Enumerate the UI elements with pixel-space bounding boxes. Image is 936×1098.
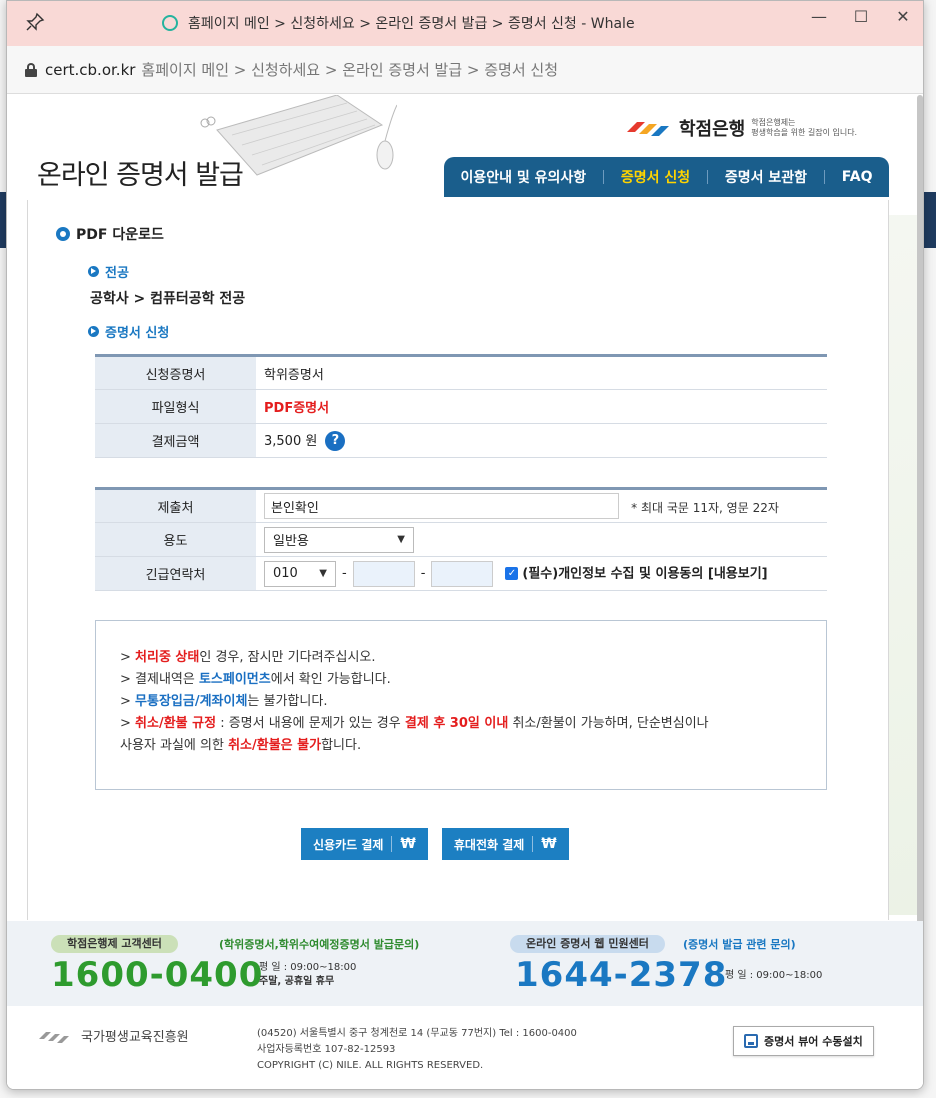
save-icon bbox=[744, 1034, 758, 1048]
table-row: 긴급연락처 010 ▼ - - ✓ (필수)개인정보 수집 및 이용동의 [내용보기] bbox=[95, 556, 827, 591]
major-value: 공학사 > 컴퓨터공학 전공 bbox=[90, 291, 246, 307]
submit-to-input[interactable] bbox=[264, 493, 619, 519]
footer-info: 국가평생교육진흥원 (04520) 서울특별시 중구 청계천로 14 (무교동 … bbox=[7, 1006, 923, 1089]
row-label: 결제금액 bbox=[95, 423, 256, 458]
won-icon: ₩ bbox=[391, 836, 416, 852]
phone-label: 긴급연락처 bbox=[95, 556, 256, 591]
arrow-bullet-icon bbox=[88, 266, 99, 277]
use-select-value: 일반용 bbox=[273, 534, 309, 549]
logo-mark-icon bbox=[627, 122, 669, 136]
phone-middle-input[interactable] bbox=[352, 560, 415, 587]
nile-logo-icon bbox=[39, 1031, 69, 1043]
customer-center-number: 1600-0400 bbox=[51, 955, 264, 995]
pin-icon[interactable] bbox=[25, 12, 45, 32]
whale-circle-icon bbox=[162, 15, 178, 31]
chevron-down-icon: ▼ bbox=[319, 568, 327, 579]
certificate-info-table: 신청증명서 학위증명서 파일형식 PDF증명서 결제금액 3,500 원 ? bbox=[95, 354, 827, 458]
close-button[interactable]: ✕ bbox=[893, 7, 913, 26]
table-row: 결제금액 3,500 원 ? bbox=[95, 423, 827, 458]
address-domain: cert.cb.or.kr bbox=[45, 60, 136, 79]
price-value: 3,500 원 bbox=[264, 433, 318, 449]
nav-faq[interactable]: FAQ bbox=[842, 169, 873, 185]
web-center-label: 온라인 증명서 웹 민원센터 bbox=[510, 935, 665, 953]
notice-box: > 처리중 상태인 경우, 잠시만 기다려주십시오. > 결제내역은 토스페이먼… bbox=[95, 620, 827, 790]
dash: - bbox=[420, 566, 426, 581]
address-path: 홈페이지 메인 > 신청하세요 > 온라인 증명서 발급 > 증명서 신청 bbox=[141, 61, 559, 79]
page-content: 온라인 증명서 발급 학점은행 학점은행제는 평생학습을 위한 길잡이 입니다.… bbox=[7, 95, 923, 1089]
address-line: (04520) 서울특별시 중구 청계천로 14 (무교동 77번지) Tel … bbox=[257, 1028, 577, 1039]
table-row: 용도 일반용 ▼ bbox=[95, 522, 827, 557]
pdf-download-title: PDF 다운로드 bbox=[76, 227, 164, 243]
customer-center-note: (학위증명서,학위수여예정증명서 발급문의) bbox=[219, 938, 420, 951]
row-value: 학위증명서 bbox=[256, 355, 827, 390]
application-form-table: 제출처 * 최대 국문 11자, 영문 22자 용도 일반용 ▼ bbox=[95, 487, 827, 591]
help-icon[interactable]: ? bbox=[325, 431, 346, 452]
payment-buttons: 신용카드 결제 ₩ 휴대전화 결제 ₩ bbox=[301, 828, 569, 860]
use-select[interactable]: 일반용 ▼ bbox=[264, 526, 414, 553]
customer-center-hours: 평 일 : 09:00~18:00 bbox=[259, 962, 357, 973]
nav-apply[interactable]: 증명서 신청 bbox=[621, 167, 690, 187]
copyright: COPYRIGHT (C) NILE. ALL RIGHTS RESERVED. bbox=[257, 1060, 484, 1071]
logo-text: 학점은행 bbox=[679, 119, 746, 140]
submit-label: 제출처 bbox=[95, 488, 256, 523]
contact-section: 학점은행제 고객센터 (학위증명서,학위수여예정증명서 발급문의) 1600-0… bbox=[7, 921, 923, 1006]
minimize-button[interactable]: — bbox=[809, 7, 829, 26]
phone-prefix-select[interactable]: 010 ▼ bbox=[264, 560, 336, 587]
won-icon: ₩ bbox=[532, 836, 557, 852]
phone-last-input[interactable] bbox=[431, 560, 494, 587]
submit-hint: * 최대 국문 11자, 영문 22자 bbox=[631, 500, 779, 515]
phone-payment-button[interactable]: 휴대전화 결제 ₩ bbox=[441, 828, 569, 860]
nile-logo[interactable]: 국가평생교육진흥원 bbox=[39, 1026, 189, 1045]
bullet-icon bbox=[56, 227, 70, 241]
window-title: 홈페이지 메인 > 신청하세요 > 온라인 증명서 발급 > 증명서 신청 - … bbox=[188, 16, 635, 32]
logo-subtext-2: 평생학습을 위한 길잡이 입니다. bbox=[751, 128, 858, 137]
web-center-note: (증명서 발급 관련 문의) bbox=[683, 938, 796, 951]
table-row: 파일형식 PDF증명서 bbox=[95, 389, 827, 424]
nav-storage[interactable]: 증명서 보관함 bbox=[725, 167, 807, 187]
scrollbar[interactable] bbox=[917, 95, 923, 925]
web-center-number: 1644-2378 bbox=[515, 955, 728, 995]
credit-bank-logo[interactable]: 학점은행 학점은행제는 평생학습을 위한 길잡이 입니다. bbox=[627, 115, 881, 141]
table-row: 신청증명서 학위증명서 bbox=[95, 355, 827, 390]
logo-subtext-1: 학점은행제는 bbox=[751, 118, 796, 127]
popup-window: 홈페이지 메인 > 신청하세요 > 온라인 증명서 발급 > 증명서 신청 - … bbox=[6, 0, 924, 1090]
agree-checkbox[interactable]: ✓ bbox=[505, 567, 519, 580]
agree-text[interactable]: (필수)개인정보 수집 및 이용동의 [내용보기] bbox=[522, 566, 767, 581]
arrow-bullet-icon bbox=[88, 326, 99, 337]
customer-center-closed: 주말, 공휴일 휴무 bbox=[259, 976, 335, 987]
use-label: 용도 bbox=[95, 522, 256, 557]
row-label: 파일형식 bbox=[95, 389, 256, 424]
main-nav: 이용안내 및 유의사항 증명서 신청 증명서 보관함 FAQ bbox=[444, 157, 889, 197]
row-label: 신청증명서 bbox=[95, 355, 256, 390]
nav-guide[interactable]: 이용안내 및 유의사항 bbox=[460, 167, 586, 187]
page-title: 온라인 증명서 발급 bbox=[37, 160, 244, 191]
web-center-hours: 평 일 : 09:00~18:00 bbox=[725, 970, 823, 981]
business-number: 사업자등록번호 107-82-12593 bbox=[257, 1044, 396, 1055]
row-value: PDF증명서 bbox=[256, 389, 827, 424]
page-header: 온라인 증명서 발급 학점은행 학점은행제는 평생학습을 위한 길잡이 입니다.… bbox=[7, 95, 897, 200]
title-bar: 홈페이지 메인 > 신청하세요 > 온라인 증명서 발급 > 증명서 신청 - … bbox=[7, 1, 923, 46]
maximize-button[interactable]: ☐ bbox=[851, 7, 871, 26]
card-payment-button[interactable]: 신용카드 결제 ₩ bbox=[301, 828, 428, 860]
chevron-down-icon: ▼ bbox=[397, 534, 405, 545]
footer: 학점은행제 고객센터 (학위증명서,학위수여예정증명서 발급문의) 1600-0… bbox=[7, 921, 923, 1089]
main-panel: PDF 다운로드 전공 공학사 > 컴퓨터공학 전공 증명서 신청 신청증명서 … bbox=[27, 200, 889, 920]
apply-label: 증명서 신청 bbox=[105, 326, 170, 341]
customer-center-label: 학점은행제 고객센터 bbox=[51, 935, 178, 953]
lock-icon bbox=[25, 62, 37, 77]
address-bar[interactable]: cert.cb.or.kr 홈페이지 메인 > 신청하세요 > 온라인 증명서 … bbox=[7, 46, 923, 94]
phone-prefix-value: 010 bbox=[273, 566, 298, 581]
viewer-install-button[interactable]: 증명서 뷰어 수동설치 bbox=[733, 1026, 874, 1056]
table-row: 제출처 * 최대 국문 11자, 영문 22자 bbox=[95, 488, 827, 523]
dash: - bbox=[342, 566, 347, 581]
org-name: 국가평생교육진흥원 bbox=[81, 1030, 189, 1045]
major-label: 전공 bbox=[105, 266, 129, 281]
